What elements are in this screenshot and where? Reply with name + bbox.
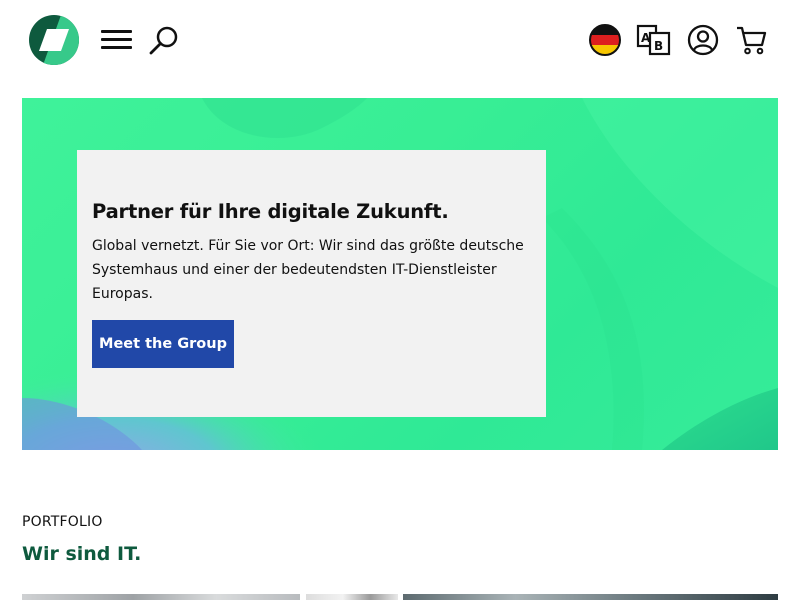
hero-card: Partner für Ihre digitale Zukunft. Globa… bbox=[77, 150, 546, 417]
hero-description: Global vernetzt. Für Sie vor Ort: Wir si… bbox=[92, 238, 524, 302]
shopping-cart-icon[interactable] bbox=[735, 24, 767, 56]
svg-text:B: B bbox=[654, 39, 663, 53]
user-account-icon[interactable] bbox=[687, 24, 719, 56]
hero-banner: Partner für Ihre digitale Zukunft. Globa… bbox=[22, 98, 778, 450]
brand-logo-icon[interactable] bbox=[29, 15, 79, 65]
hero-title: Partner für Ihre digitale Zukunft. bbox=[92, 200, 449, 223]
german-flag-icon[interactable] bbox=[589, 24, 621, 56]
portfolio-image[interactable] bbox=[306, 594, 398, 600]
site-header: A B bbox=[0, 0, 800, 80]
translate-icon[interactable]: A B bbox=[636, 24, 672, 56]
portfolio-image[interactable] bbox=[403, 594, 778, 600]
portfolio-image[interactable] bbox=[22, 594, 300, 600]
svg-text:A: A bbox=[641, 31, 651, 45]
portfolio-image-strip bbox=[22, 594, 778, 600]
search-icon[interactable] bbox=[148, 24, 180, 56]
meet-the-group-button[interactable]: Meet the Group bbox=[92, 320, 234, 368]
portfolio-eyebrow: PORTFOLIO bbox=[22, 514, 103, 530]
portfolio-title: Wir sind IT. bbox=[22, 543, 142, 565]
hamburger-menu-icon[interactable] bbox=[101, 26, 133, 54]
